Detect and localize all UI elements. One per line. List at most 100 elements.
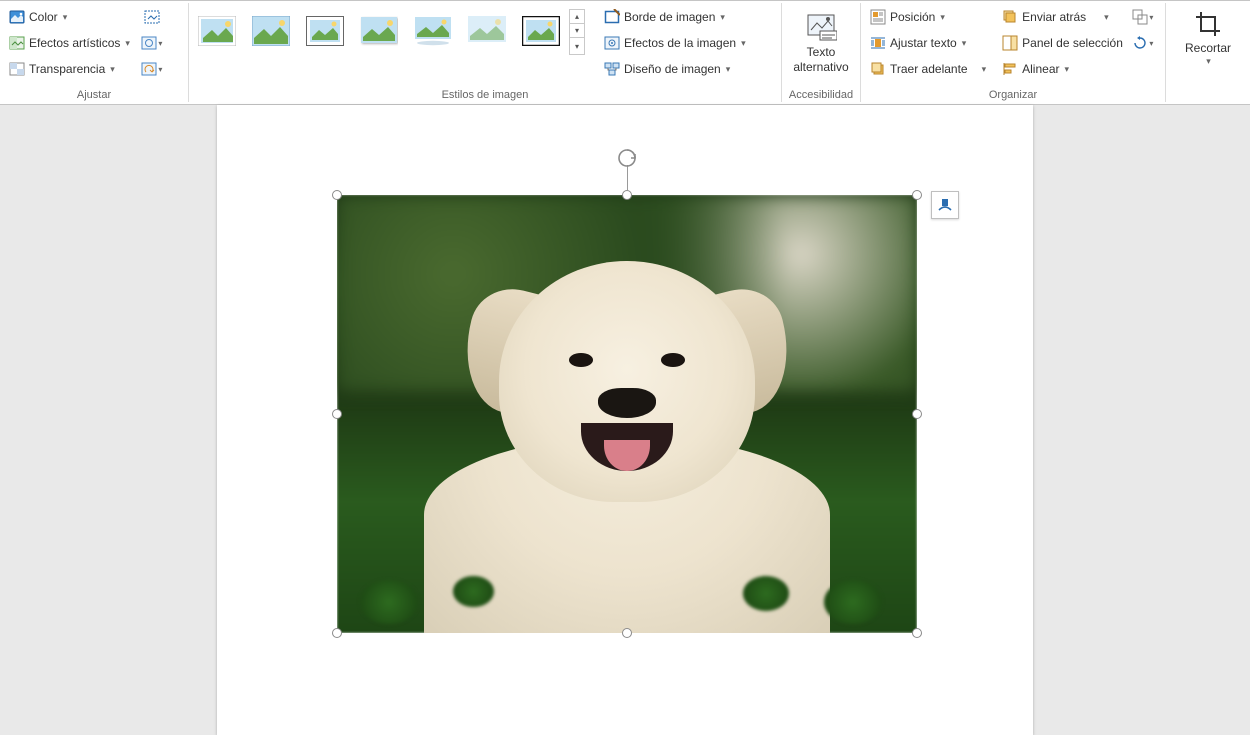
chevron-down-icon: ▾ (982, 64, 987, 75)
alt-text-label: Texto alternativo (787, 45, 855, 75)
style-thumb-2[interactable] (247, 9, 295, 53)
pic-layout-icon (604, 61, 620, 77)
resize-handle-bm[interactable] (622, 628, 632, 638)
remove-background-button[interactable] (139, 5, 165, 29)
resize-handle-br[interactable] (912, 628, 922, 638)
backward-label: Enviar atrás (1022, 10, 1086, 24)
position-icon (870, 9, 886, 25)
rotate-icon (1132, 35, 1148, 51)
crop-label: Recortar (1185, 41, 1231, 56)
transparency-icon (9, 61, 25, 77)
crop-button[interactable]: Recortar ▾ (1180, 5, 1236, 83)
chevron-down-icon: ▾ (726, 64, 731, 75)
chevron-down-icon: ▾ (1149, 13, 1153, 22)
layout-options-icon (936, 196, 954, 214)
styles-gallery: ▴ ▾ ▾ (193, 5, 585, 55)
change-picture-button[interactable]: ▾ (139, 57, 165, 81)
style-thumb-5[interactable] (409, 9, 457, 53)
picture-border-button[interactable]: Borde de imagen ▾ (599, 5, 751, 29)
gallery-down-icon[interactable]: ▾ (570, 24, 584, 38)
wrap-text-button[interactable]: Ajustar texto ▾ (865, 31, 991, 55)
resize-handle-mr[interactable] (912, 409, 922, 419)
gallery-scroller[interactable]: ▴ ▾ ▾ (569, 9, 585, 55)
group-label-accessibility: Accesibilidad (782, 87, 860, 104)
picture-effects-button[interactable]: Efectos de la imagen ▾ (599, 31, 751, 55)
selected-image[interactable] (337, 195, 917, 633)
corrections-button[interactable]: ▾ (139, 31, 165, 55)
wrap-icon (870, 35, 886, 51)
group-accessibility: Texto alternativo Accesibilidad (782, 1, 860, 104)
resize-handle-tl[interactable] (332, 190, 342, 200)
rotate-button[interactable]: ▾ (1130, 31, 1156, 55)
artistic-effects-button[interactable]: Efectos artísticos ▾ (4, 31, 135, 55)
gallery-up-icon[interactable]: ▴ (570, 10, 584, 24)
chevron-down-icon: ▾ (741, 38, 746, 49)
style-thumb-3[interactable] (301, 9, 349, 53)
alt-text-button[interactable]: Texto alternativo (786, 5, 856, 83)
align-button[interactable]: Alinear ▾ (997, 57, 1128, 81)
group-label-adjust: Ajustar (0, 87, 188, 104)
chevron-down-icon: ▾ (1149, 39, 1153, 48)
chevron-down-icon: ▾ (940, 12, 945, 23)
chevron-down-icon: ▾ (63, 12, 68, 23)
layout-options-button[interactable] (931, 191, 959, 219)
artistic-label: Efectos artísticos (29, 36, 120, 50)
selection-pane-button[interactable]: Panel de selección (997, 31, 1128, 55)
group-label-styles: Estilos de imagen (189, 87, 781, 104)
picture-layout-button[interactable]: Diseño de imagen ▾ (599, 57, 751, 81)
chevron-down-icon: ▾ (962, 38, 967, 49)
group-size: Recortar ▾ (1166, 1, 1250, 104)
remove-bg-icon (144, 9, 160, 25)
group-arrange: Posición ▾ Ajustar texto ▾ Traer adelant… (861, 1, 1165, 104)
crop-icon (1194, 10, 1222, 38)
color-icon (9, 9, 25, 25)
group-label-arrange: Organizar (861, 87, 1165, 104)
change-picture-icon (141, 61, 157, 77)
chevron-down-icon: ▾ (110, 64, 115, 75)
artistic-icon (9, 35, 25, 51)
chevron-down-icon: ▾ (158, 39, 162, 48)
wrap-label: Ajustar texto (890, 36, 957, 50)
position-label: Posición (890, 10, 935, 24)
resize-handle-ml[interactable] (332, 409, 342, 419)
transparency-button[interactable]: Transparencia ▾ (4, 57, 135, 81)
forward-icon (870, 61, 886, 77)
position-button[interactable]: Posición ▾ (865, 5, 991, 29)
color-label: Color (29, 10, 58, 24)
ribbon: Color ▾ Efectos artísticos ▾ Transparenc… (0, 0, 1250, 105)
color-button[interactable]: Color ▾ (4, 5, 135, 29)
group-icon (1132, 9, 1148, 25)
resize-handle-tm[interactable] (622, 190, 632, 200)
resize-handle-tr[interactable] (912, 190, 922, 200)
align-label: Alinear (1022, 62, 1059, 76)
style-thumb-1[interactable] (193, 9, 241, 53)
alt-text-icon (805, 10, 837, 42)
effects-label: Efectos de la imagen (624, 36, 736, 50)
style-thumb-6[interactable] (463, 9, 511, 53)
rotation-handle[interactable] (616, 147, 638, 169)
send-backward-button[interactable]: Enviar atrás ▾ (997, 5, 1128, 29)
pic-layout-label: Diseño de imagen (624, 62, 721, 76)
backward-icon (1002, 9, 1018, 25)
effects-icon (604, 35, 620, 51)
group-picture-styles: ▴ ▾ ▾ Borde de imagen ▾ Efect (189, 1, 781, 104)
image-content (337, 195, 917, 633)
group-label-size (1166, 99, 1250, 104)
chevron-down-icon: ▾ (1104, 12, 1109, 23)
page[interactable] (217, 105, 1033, 735)
resize-handle-bl[interactable] (332, 628, 342, 638)
chevron-down-icon: ▾ (1206, 56, 1211, 67)
border-icon (604, 9, 620, 25)
group-objects-button[interactable]: ▾ (1130, 5, 1156, 29)
selection-pane-icon (1002, 35, 1018, 51)
align-icon (1002, 61, 1018, 77)
border-label: Borde de imagen (624, 10, 715, 24)
bring-forward-button[interactable]: Traer adelante ▾ (865, 57, 991, 81)
gallery-more-icon[interactable]: ▾ (570, 38, 584, 54)
chevron-down-icon: ▾ (720, 12, 725, 23)
forward-label: Traer adelante (890, 62, 968, 76)
style-thumb-4[interactable] (355, 9, 403, 53)
style-thumb-7[interactable] (517, 9, 565, 53)
chevron-down-icon: ▾ (125, 38, 130, 49)
transparency-label: Transparencia (29, 62, 105, 76)
